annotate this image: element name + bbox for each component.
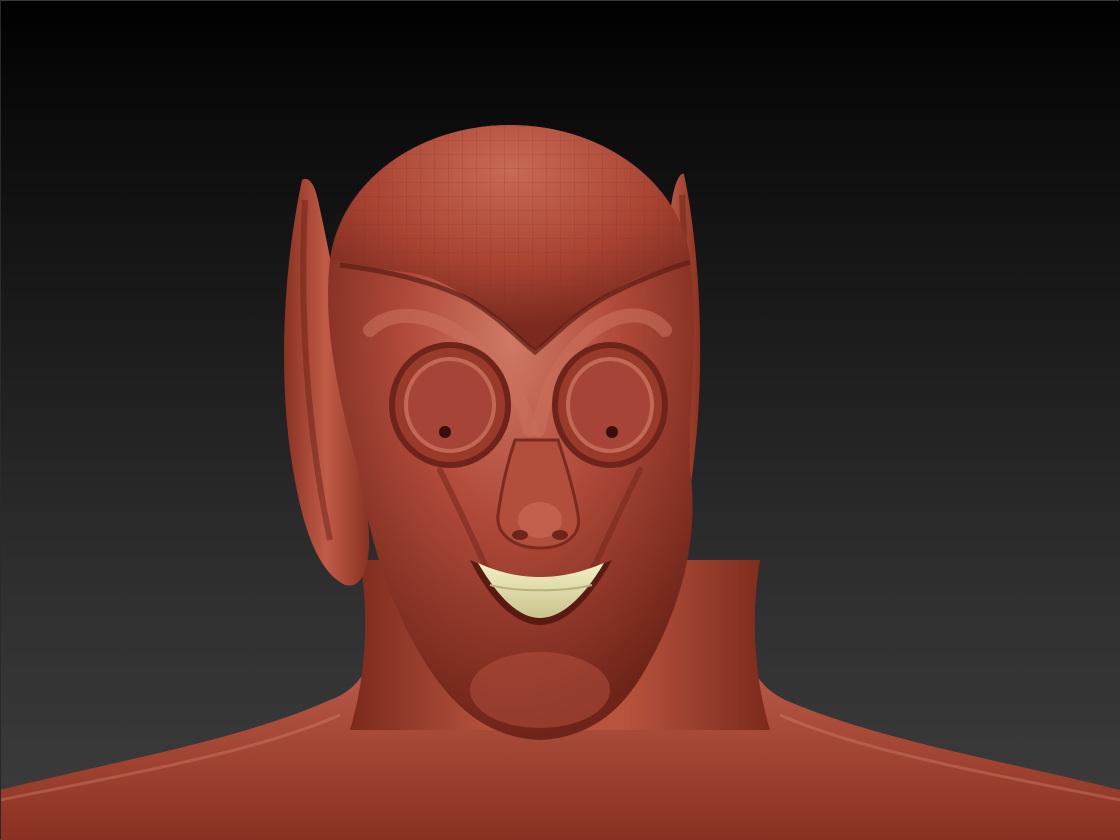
goblin-head-model-icon[interactable] <box>0 0 1120 840</box>
sculpt-viewport[interactable] <box>0 0 1120 840</box>
left-pupil-icon <box>439 426 451 438</box>
right-pupil-icon <box>606 426 618 438</box>
